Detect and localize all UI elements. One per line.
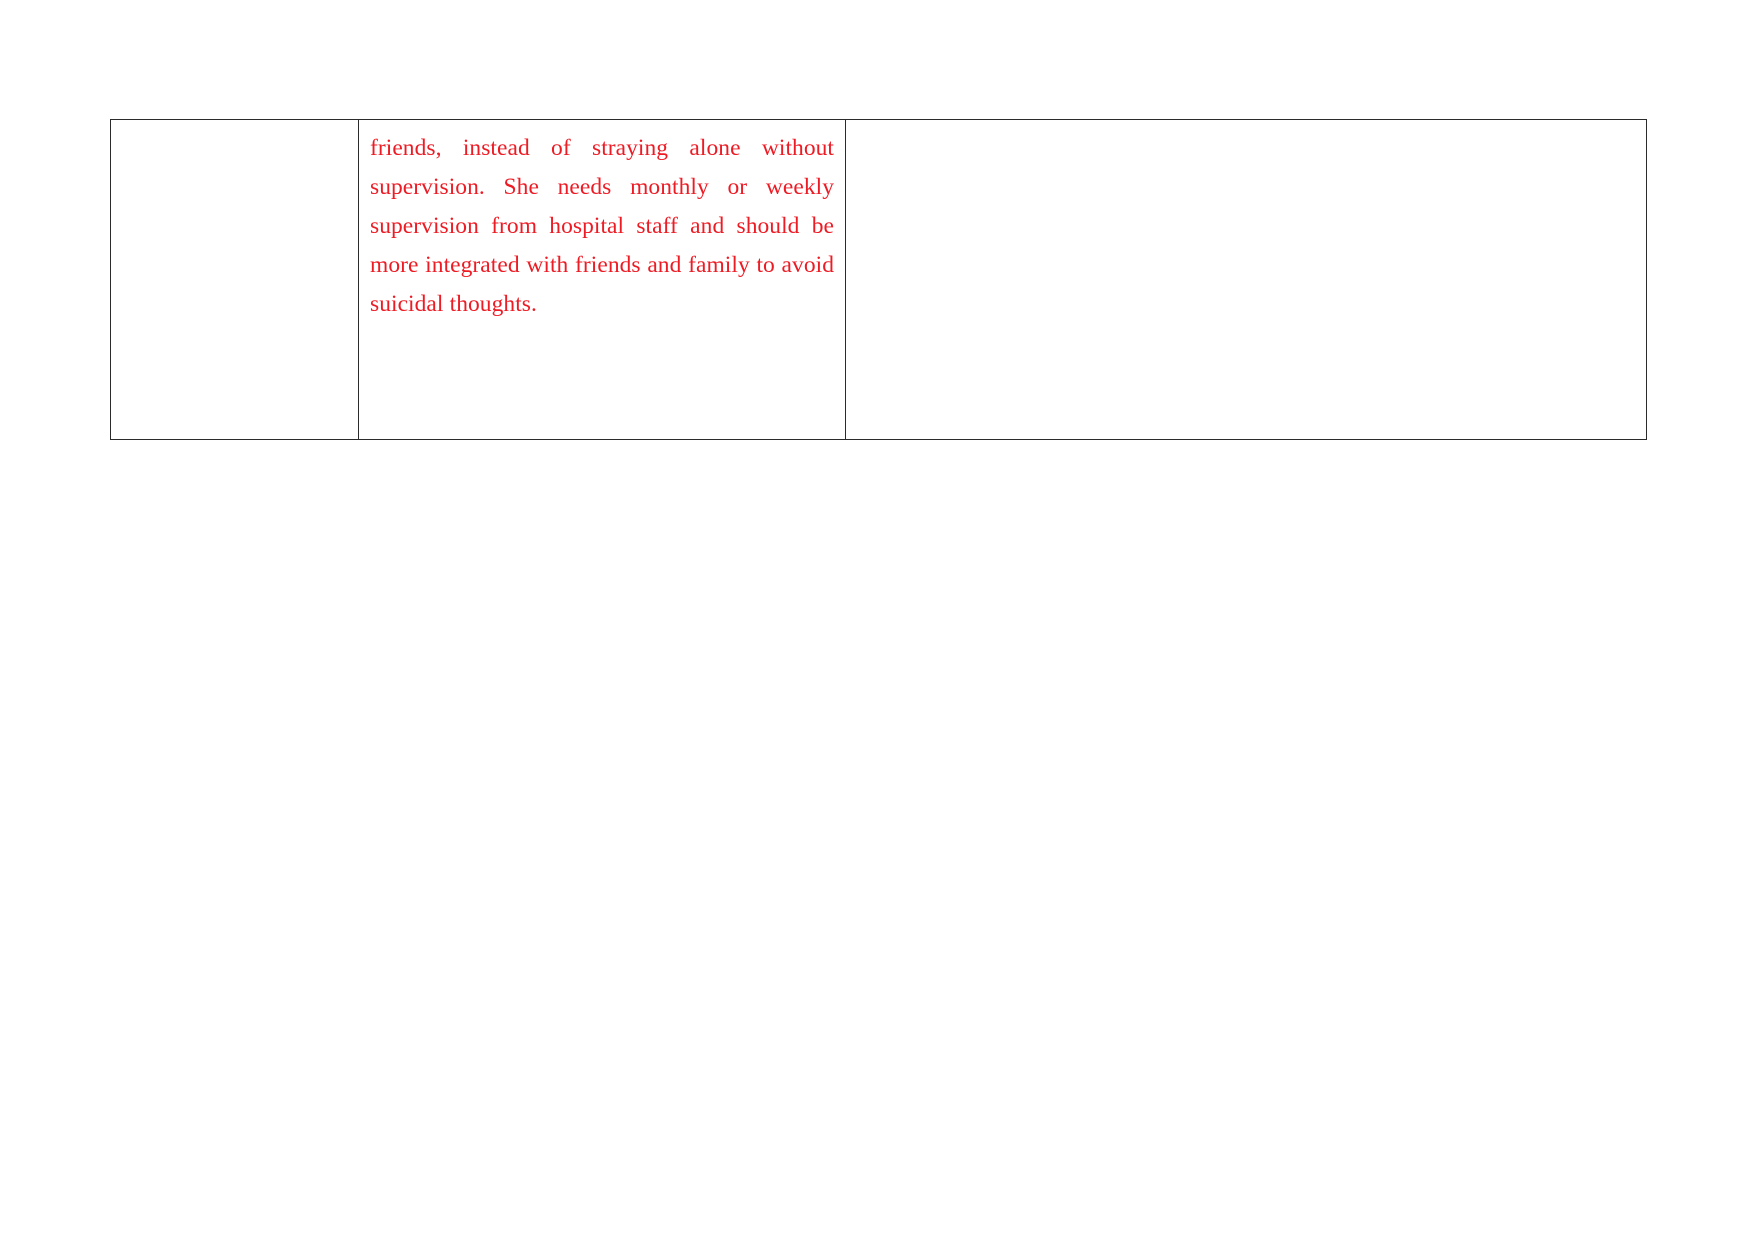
left-cell-inner [111, 120, 358, 439]
table-body: friends, instead of straying alone witho… [110, 119, 1647, 440]
continued-table-fragment: friends, instead of straying alone witho… [110, 119, 1647, 440]
table-row: friends, instead of straying alone witho… [110, 119, 1647, 440]
right-cell-text [857, 129, 1635, 429]
narrative-cell-inner: friends, instead of straying alone witho… [359, 120, 845, 334]
document-page: friends, instead of straying alone witho… [0, 0, 1754, 1241]
table-cell-narrative[interactable]: friends, instead of straying alone witho… [358, 119, 846, 440]
table-cell-right-empty[interactable] [845, 119, 1647, 440]
left-cell-text [122, 129, 347, 429]
table-cell-left-empty[interactable] [110, 119, 359, 440]
narrative-paragraph: friends, instead of straying alone witho… [370, 135, 834, 317]
right-cell-inner [846, 120, 1646, 439]
